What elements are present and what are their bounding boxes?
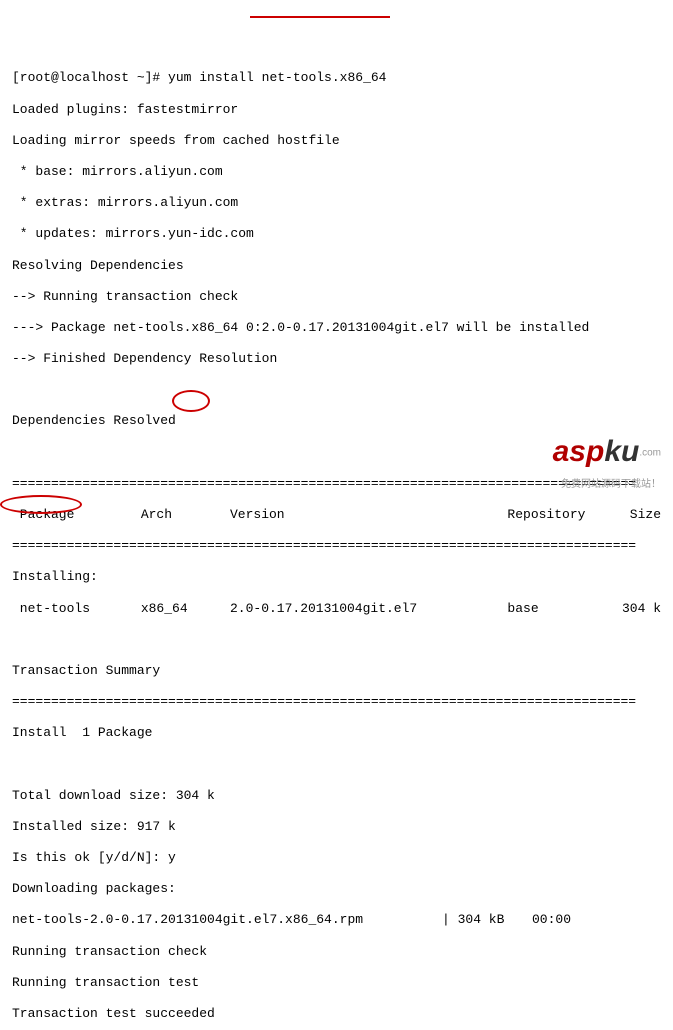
rpm-time: 00:00 xyxy=(532,912,571,928)
output-line: Running transaction test xyxy=(12,975,661,991)
output-line: Transaction test succeeded xyxy=(12,1006,661,1022)
output-line: * base: mirrors.aliyun.com xyxy=(12,164,661,180)
watermark-sub: 免费网站源码下载站！ xyxy=(545,480,661,490)
output-line: Installed size: 917 k xyxy=(12,819,661,835)
output-line: Loading mirror speeds from cached hostfi… xyxy=(12,133,661,149)
annotation-underline xyxy=(250,16,390,18)
confirm-prompt: Is this ok [y/d/N]: xyxy=(12,850,168,865)
output-line: Downloading packages: xyxy=(12,881,661,897)
rpm-size: | 304 kB xyxy=(442,912,532,928)
output-line: Resolving Dependencies xyxy=(12,258,661,274)
table-row: net-toolsx86_642.0-0.17.20131004git.el7b… xyxy=(12,601,661,617)
command-text: yum install net-tools.x86_64 xyxy=(168,70,386,85)
watermark-dotcom: .com xyxy=(639,448,661,459)
blank-line xyxy=(12,757,661,773)
output-line: Running transaction check xyxy=(12,944,661,960)
section-label: Installing: xyxy=(12,569,661,585)
section-label: Transaction Summary xyxy=(12,663,661,679)
divider-line: ========================================… xyxy=(12,538,661,554)
output-line: --> Finished Dependency Resolution xyxy=(12,351,661,367)
prompt-line: [root@localhost ~]# yum install net-tool… xyxy=(12,70,661,86)
output-line: Install 1 Package xyxy=(12,725,661,741)
shell-prompt: [root@localhost ~]# xyxy=(12,70,168,85)
output-line: * extras: mirrors.aliyun.com xyxy=(12,195,661,211)
cell-size: 304 k xyxy=(607,601,662,617)
rpm-name: net-tools-2.0-0.17.20131004git.el7.x86_6… xyxy=(12,912,442,928)
divider-line: ========================================… xyxy=(12,694,661,710)
confirm-answer[interactable]: y xyxy=(168,850,176,865)
cell-version: 2.0-0.17.20131004git.el7 xyxy=(230,601,507,617)
watermark: aspku.com 免费网站源码下载站！ xyxy=(545,424,661,503)
blank-line xyxy=(12,632,661,648)
cell-arch: x86_64 xyxy=(141,601,230,617)
blank-line xyxy=(12,382,661,398)
output-line: --> Running transaction check xyxy=(12,289,661,305)
cell-package: net-tools xyxy=(12,601,141,617)
cell-repo: base xyxy=(507,601,606,617)
watermark-brand: aspku xyxy=(553,435,640,468)
output-line: Total download size: 304 k xyxy=(12,788,661,804)
output-line: Loaded plugins: fastestmirror xyxy=(12,102,661,118)
output-line: ---> Package net-tools.x86_64 0:2.0-0.17… xyxy=(12,320,661,336)
output-line: * updates: mirrors.yun-idc.com xyxy=(12,226,661,242)
confirm-line[interactable]: Is this ok [y/d/N]: y xyxy=(12,850,661,866)
download-line: net-tools-2.0-0.17.20131004git.el7.x86_6… xyxy=(12,912,661,928)
